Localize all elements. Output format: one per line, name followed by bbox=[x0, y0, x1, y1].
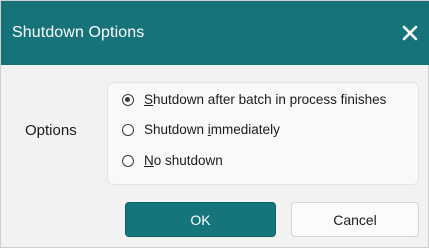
radio-label-shutdown-after-batch: Shutdown after batch in process finishes bbox=[144, 92, 387, 107]
close-icon[interactable] bbox=[400, 23, 420, 43]
radio-button-selected-icon[interactable] bbox=[122, 94, 134, 106]
radio-button-icon[interactable] bbox=[122, 124, 134, 136]
radio-label-shutdown-immediately: Shutdown immediately bbox=[144, 122, 280, 137]
radio-no-shutdown[interactable]: No shutdown bbox=[122, 151, 223, 171]
radio-label-no-shutdown: No shutdown bbox=[144, 153, 223, 168]
radio-shutdown-after-batch[interactable]: Shutdown after batch in process finishes bbox=[122, 90, 386, 110]
radio-button-icon[interactable] bbox=[122, 155, 134, 167]
options-group: Shutdown after batch in process finishes… bbox=[107, 82, 419, 185]
options-label: Options bbox=[25, 122, 77, 139]
ok-button[interactable]: OK bbox=[125, 202, 276, 237]
cancel-button[interactable]: Cancel bbox=[291, 202, 419, 237]
radio-shutdown-immediately[interactable]: Shutdown immediately bbox=[122, 120, 280, 140]
title-bar: Shutdown Options bbox=[1, 1, 429, 65]
dialog-title: Shutdown Options bbox=[12, 24, 145, 41]
shutdown-options-dialog: Shutdown Options Options Shutdown after … bbox=[0, 0, 429, 248]
